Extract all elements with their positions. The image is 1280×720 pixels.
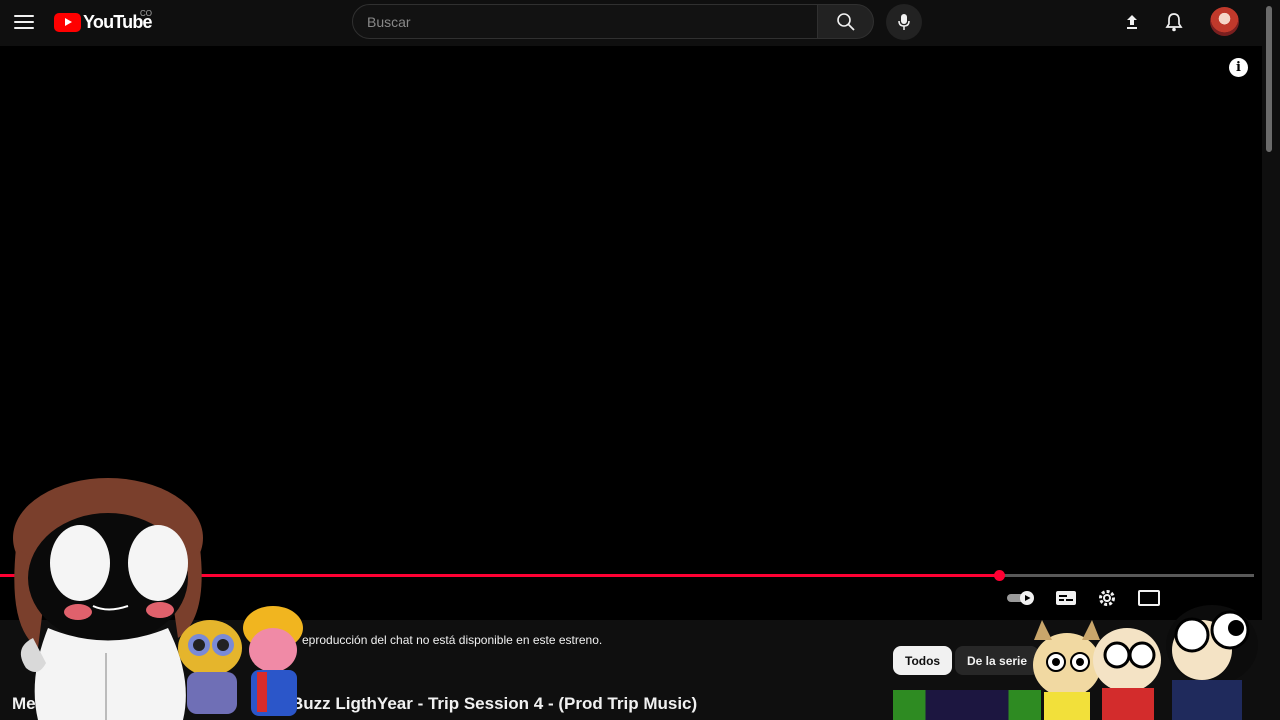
upload-button[interactable] xyxy=(1118,8,1146,36)
chat-replay-notice: eproducción del chat no está disponible … xyxy=(302,633,603,647)
search-bar xyxy=(352,4,874,39)
menu-icon[interactable] xyxy=(12,10,36,34)
info-icon[interactable]: i xyxy=(1229,58,1248,77)
chip-todos[interactable]: Todos xyxy=(893,646,953,675)
youtube-logo[interactable]: YouTube CO xyxy=(54,9,153,32)
upload-icon xyxy=(1127,15,1137,29)
search-icon xyxy=(836,12,855,31)
page-scrollbar[interactable] xyxy=(1266,6,1272,152)
notifications-button[interactable] xyxy=(1160,8,1188,36)
search-input[interactable] xyxy=(352,4,818,39)
logo-country-code: CO xyxy=(140,9,152,18)
search-button[interactable] xyxy=(818,4,874,39)
bell-icon xyxy=(1165,13,1183,32)
cartoon-characters-overlay-center xyxy=(178,606,303,716)
related-video-thumbnail[interactable] xyxy=(893,690,1041,720)
voice-search-button[interactable] xyxy=(886,4,922,40)
video-title: Buzz LigthYear - Trip Session 4 - (Prod … xyxy=(291,694,698,713)
avatar[interactable] xyxy=(1210,7,1239,36)
microphone-icon xyxy=(898,14,910,30)
youtube-play-icon xyxy=(54,12,81,32)
cartoon-characters-overlay-right xyxy=(1033,605,1258,720)
